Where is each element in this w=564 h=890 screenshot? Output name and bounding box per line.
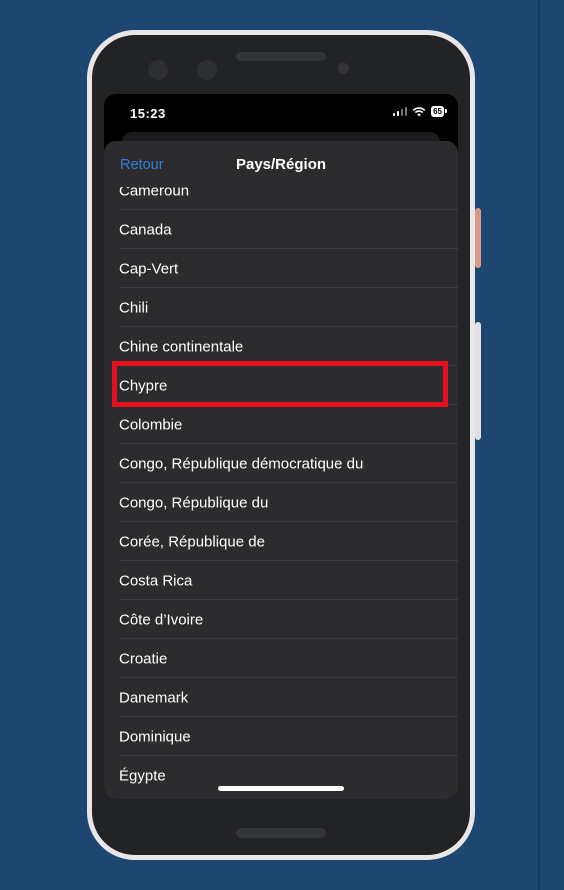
list-item-congo[interactable]: Congo, République du: [104, 483, 458, 522]
home-indicator: [218, 786, 344, 791]
list-item-label: Chili: [119, 299, 149, 316]
list-item-label: Canada: [119, 221, 172, 238]
list-item-coree[interactable]: Corée, République de: [104, 522, 458, 561]
list-item-canada[interactable]: Canada: [104, 210, 458, 249]
power-button: [475, 208, 481, 268]
front-camera-icon: [148, 60, 168, 80]
list-item-chili[interactable]: Chili: [104, 288, 458, 327]
page-title: Pays/Région: [235, 156, 327, 173]
status-icons: 65: [392, 106, 447, 117]
country-list[interactable]: Cameroun Canada Cap-Vert Chili Chine con…: [104, 171, 458, 795]
list-item-chine-continentale[interactable]: Chine continentale: [104, 327, 458, 366]
phone-screen: 15:23 65 Retour Pays/Région Cameroun Can…: [104, 94, 458, 799]
list-item-congo-rdc[interactable]: Congo, République démocratique du: [104, 444, 458, 483]
list-item-dominique[interactable]: Dominique: [104, 717, 458, 756]
list-item-label: Cap-Vert: [119, 260, 179, 277]
status-bar: 15:23 65: [104, 94, 458, 132]
list-item-label: Congo, République du: [119, 494, 269, 511]
list-item-croatie[interactable]: Croatie: [104, 639, 458, 678]
background-divider: [538, 0, 540, 890]
list-item-cap-vert[interactable]: Cap-Vert: [104, 249, 458, 288]
list-item-label: Dominique: [119, 728, 191, 745]
list-item-label: Danemark: [119, 689, 189, 706]
list-item-cote-divoire[interactable]: Côte d’Ivoire: [104, 600, 458, 639]
list-item-label: Égypte: [119, 767, 166, 784]
bottom-speaker: [236, 828, 326, 838]
front-sensor-icon: [197, 60, 217, 80]
list-item-label: Colombie: [119, 416, 183, 433]
list-item-label: Croatie: [119, 650, 168, 667]
battery-icon: 65: [431, 106, 447, 117]
list-item-label: Congo, République démocratique du: [119, 455, 364, 472]
status-time: 15:23: [130, 106, 166, 121]
list-item-chypre[interactable]: Chypre: [104, 366, 458, 405]
signal-icon: [392, 107, 408, 116]
list-item-label: Chypre: [119, 377, 168, 394]
proximity-sensor: [338, 63, 349, 74]
country-picker-sheet: Retour Pays/Région Cameroun Canada Cap-V…: [104, 141, 458, 799]
wifi-icon: [412, 106, 426, 116]
list-item-costa-rica[interactable]: Costa Rica: [104, 561, 458, 600]
list-item-label: Costa Rica: [119, 572, 193, 589]
list-item-label: Corée, République de: [119, 533, 265, 550]
volume-button: [475, 322, 481, 440]
list-item-colombie[interactable]: Colombie: [104, 405, 458, 444]
navigation-bar: Retour Pays/Région: [104, 141, 458, 187]
list-item-danemark[interactable]: Danemark: [104, 678, 458, 717]
list-item-label: Chine continentale: [119, 338, 244, 355]
earpiece-speaker: [236, 52, 326, 61]
list-item-label: Côte d’Ivoire: [119, 611, 204, 628]
